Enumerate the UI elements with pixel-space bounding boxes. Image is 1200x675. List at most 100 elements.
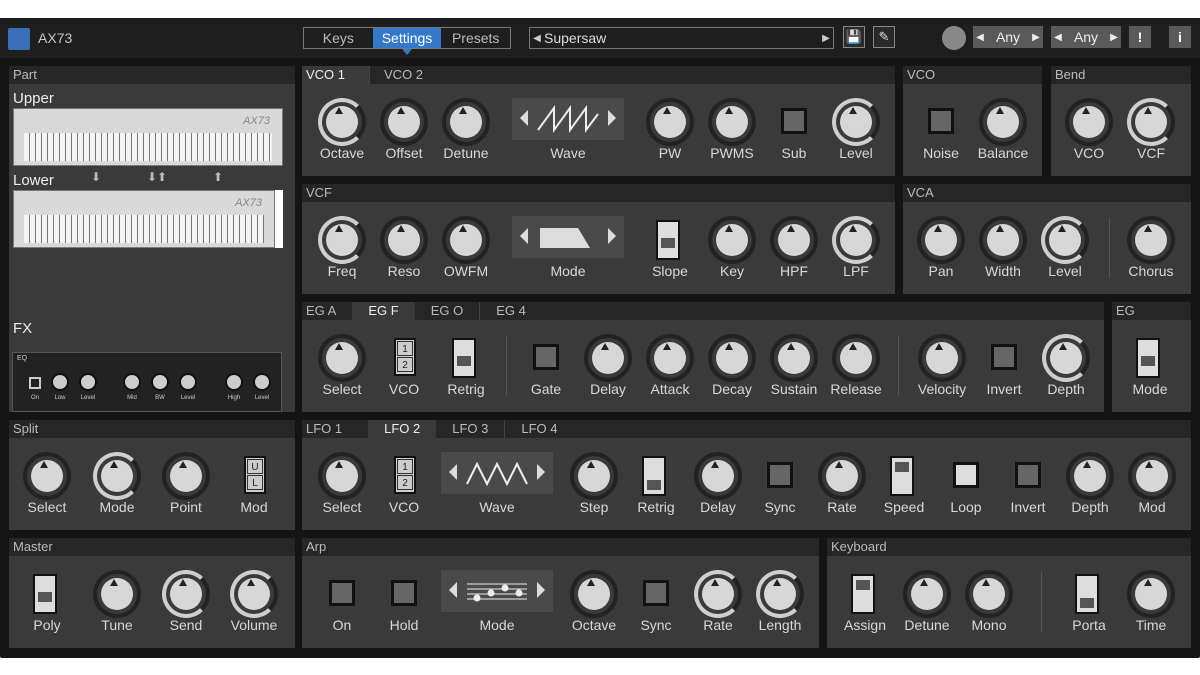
control-label: OWFM (443, 263, 489, 279)
panel-header: Arp (302, 538, 819, 556)
chevron-right-icon[interactable] (608, 110, 616, 126)
control-label: Level (839, 145, 873, 161)
preset-selector[interactable]: ◀ Supersaw ▶ (529, 27, 834, 49)
control-label: Hold (389, 617, 419, 633)
panel-title: Keyboard (831, 539, 887, 554)
divider (898, 336, 899, 396)
saw-wave-icon (537, 104, 599, 134)
tab-presets[interactable]: Presets (441, 28, 510, 48)
control-label: Release (830, 381, 882, 397)
chevron-left-icon[interactable]: ◀ (973, 32, 987, 43)
vca-panel: VCA Pan Width Level Chorus (903, 184, 1191, 294)
chevron-right-icon[interactable]: ▶ (1107, 32, 1121, 43)
arrow-up-icon[interactable]: ⬆ (213, 170, 223, 184)
midi-channel-select[interactable]: ◀ Any ▶ (973, 26, 1043, 48)
music-notes-icon (467, 583, 527, 602)
control-label: Depth (1047, 381, 1085, 397)
panel-title: VCA (907, 185, 934, 200)
panel-title: VCO (907, 67, 936, 82)
top-bar: AX73 Keys Settings Presets ◀ Supersaw ▶ … (0, 18, 1200, 58)
arrow-down-icon[interactable]: ⬇ (91, 170, 101, 184)
tab-lfo1[interactable]: LFO 1 (302, 420, 368, 438)
lfo-panel: LFO 1 LFO 2 LFO 3 LFO 4 Select 1 2 VCO Wav… (302, 420, 1191, 530)
eg-mode-panel: EG Mode (1112, 302, 1191, 412)
tab-eg-a[interactable]: EG A (302, 302, 352, 320)
split-marker[interactable] (275, 190, 283, 248)
fx-label-text: High (227, 395, 241, 401)
fx-label: FX (13, 320, 33, 337)
fx-label-text: Level (254, 395, 270, 401)
eq-label: EQ (17, 355, 28, 362)
tab-keys[interactable]: Keys (304, 28, 373, 48)
panel-header: VCF (302, 184, 895, 202)
control-label: Balance (977, 145, 1029, 161)
control-label: Volume (230, 617, 278, 633)
tab-settings[interactable]: Settings (372, 28, 442, 48)
lfo-wave-selector[interactable] (441, 452, 553, 494)
fx-eq-box: EQ On Low Level Mid BW Level High Level (12, 352, 282, 412)
split-panel: Split Select Mode Point U L Mod (9, 420, 295, 530)
tab-vco2[interactable]: VCO 2 (369, 66, 437, 84)
chevron-left-icon[interactable]: ◀ (530, 33, 544, 44)
arrow-swap-icon[interactable]: ⬇⬆ (147, 170, 167, 184)
tab-eg-f[interactable]: EG F (352, 302, 415, 320)
chevron-left-icon[interactable] (449, 464, 457, 480)
chevron-right-icon[interactable] (537, 464, 545, 480)
upper-keyboard-image[interactable]: AX73 (13, 108, 283, 166)
chevron-left-icon[interactable] (520, 228, 528, 244)
tab-eg-4[interactable]: EG 4 (479, 302, 542, 320)
warning-button[interactable]: ! (1129, 26, 1151, 48)
save-icon[interactable]: 💾 (843, 26, 865, 48)
panel-title: Master (13, 539, 53, 554)
eq-on-toggle[interactable] (29, 377, 41, 389)
master-panel: Master Poly Tune Send Volume (9, 538, 295, 648)
fx-label-text: Level (80, 395, 96, 401)
edit-icon[interactable]: ✎ (873, 26, 895, 48)
keyboard-brand: AX73 (243, 115, 270, 127)
select-value: Any (1073, 29, 1099, 45)
chevron-right-icon[interactable] (608, 228, 616, 244)
chevron-left-icon[interactable]: ◀ (1051, 32, 1065, 43)
eq-bw-knob[interactable] (151, 373, 169, 391)
midi-input-select[interactable]: ◀ Any ▶ (1051, 26, 1121, 48)
info-button[interactable]: i (1169, 26, 1191, 48)
eq-mid-knob[interactable] (123, 373, 141, 391)
eq-low-knob[interactable] (51, 373, 69, 391)
tab-lfo3[interactable]: LFO 3 (436, 420, 504, 438)
arp-panel: Arp On Hold Mode Octave Sync Rate Length (302, 538, 819, 648)
tab-lfo4[interactable]: LFO 4 (504, 420, 573, 438)
panel-header: Keyboard (827, 538, 1191, 556)
control-label: LPF (843, 263, 869, 279)
chevron-right-icon[interactable]: ▶ (1029, 32, 1043, 43)
panel-header: EG (1112, 302, 1191, 320)
tab-eg-o[interactable]: EG O (415, 302, 480, 320)
chevron-left-icon[interactable] (520, 110, 528, 126)
control-label: Level (1048, 263, 1082, 279)
fx-label-text: Mid (127, 395, 137, 401)
chevron-right-icon[interactable] (537, 582, 545, 598)
eq-low-level-knob[interactable] (79, 373, 97, 391)
bird-logo-icon (8, 28, 30, 50)
eq-high-knob[interactable] (225, 373, 243, 391)
chevron-left-icon[interactable] (449, 582, 457, 598)
control-label: VCF (1137, 145, 1165, 161)
control-label: Tune (101, 617, 133, 633)
control-label: Mode (550, 263, 586, 279)
chevron-right-icon[interactable]: ▶ (819, 33, 833, 44)
midi-icon[interactable] (942, 26, 966, 50)
lower-keyboard-image[interactable]: AX73 (13, 190, 275, 248)
arp-mode-selector[interactable] (441, 570, 553, 612)
eq-mid-level-knob[interactable] (179, 373, 197, 391)
tab-lfo2[interactable]: LFO 2 (368, 420, 437, 438)
panel-title: EG (1116, 303, 1135, 318)
panel-title: Part (13, 67, 37, 82)
panel-title: Split (13, 421, 39, 436)
tab-vco1[interactable]: VCO 1 (302, 66, 370, 84)
fx-label-text: Low (54, 395, 66, 401)
control-label: Detune (443, 145, 489, 161)
panel-header: Bend (1051, 66, 1191, 84)
filter-mode-selector[interactable] (512, 216, 624, 258)
app-window: AX73 Keys Settings Presets ◀ Supersaw ▶ … (0, 18, 1200, 658)
wave-selector[interactable] (512, 98, 624, 140)
eq-high-level-knob[interactable] (253, 373, 271, 391)
